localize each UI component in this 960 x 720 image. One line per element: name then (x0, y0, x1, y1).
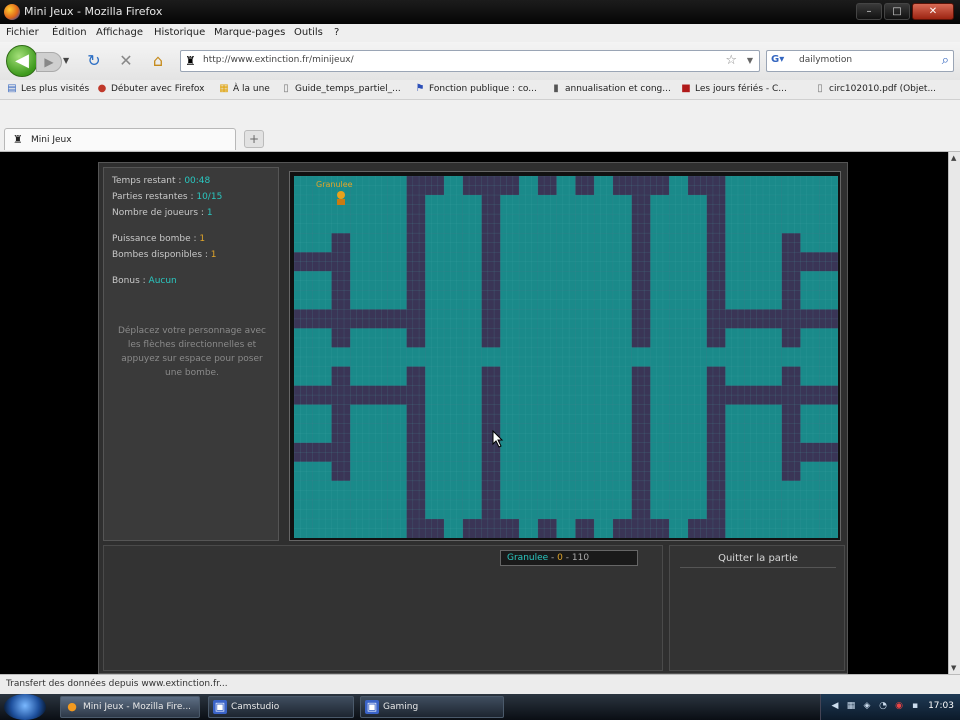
bookmark-item[interactable]: ■ Les jours fériés - C... (680, 83, 787, 95)
status-bar: Transfert des données depuis www.extinct… (0, 674, 960, 694)
menu-marque-pages[interactable]: Marque-pages (214, 27, 285, 38)
url-bar[interactable]: ♜ http://www.extinction.fr/minijeux/ ☆ ▼ (180, 50, 760, 72)
tab-strip: ♜ Mini Jeux + (0, 100, 960, 152)
menu-outils[interactable]: Outils (294, 27, 323, 38)
menu-historique[interactable]: Historique (154, 27, 205, 38)
site-favicon-icon: ♜ (13, 133, 23, 146)
url-text: http://www.extinction.fr/minijeux/ (203, 55, 354, 65)
search-icon[interactable]: ⌕ (942, 53, 949, 68)
url-dropdown-icon[interactable]: ▼ (747, 56, 753, 65)
menu-help[interactable]: ? (334, 27, 339, 38)
stat-bonus: Bonus : Aucun (112, 276, 177, 286)
firefox-icon: ● (97, 83, 107, 94)
folder-icon: ▣ (365, 700, 379, 714)
page-icon: ▮ (553, 83, 559, 94)
bookmark-icon: ▤ (7, 83, 17, 94)
mouse-cursor-icon (492, 430, 504, 448)
firefox-icon: ● (67, 700, 77, 713)
stat-games-left: Parties restantes : 10/15 (112, 192, 223, 202)
scroll-up-icon[interactable]: ▲ (951, 154, 956, 162)
score-bar: Granulee - 0 - 110 (500, 550, 638, 566)
menu-affichage[interactable]: Affichage (96, 27, 143, 38)
game-container: Temps restant : 00:48 Parties restantes … (98, 162, 848, 674)
status-text: Transfert des données depuis www.extinct… (6, 679, 228, 689)
page-content: Temps restant : 00:48 Parties restantes … (0, 152, 948, 674)
google-icon[interactable]: G▾ (771, 54, 787, 68)
stat-player-count: Nombre de joueurs : 1 (112, 208, 213, 218)
scroll-down-icon[interactable]: ▼ (951, 664, 956, 672)
menu-edition[interactable]: Édition (52, 27, 87, 38)
volume-icon[interactable]: ◔ (877, 700, 889, 712)
history-dropdown-icon[interactable]: ▼ (63, 56, 69, 65)
stat-bombs-available: Bombes disponibles : 1 (112, 250, 217, 260)
rss-icon: ▦ (219, 83, 229, 94)
minimize-button[interactable]: – (856, 3, 882, 20)
page-icon: ▯ (283, 83, 289, 94)
game-info-panel: Temps restant : 00:48 Parties restantes … (103, 167, 279, 541)
tray-arrow-icon[interactable]: ◀ (829, 700, 841, 712)
back-button[interactable]: ◀ (6, 45, 38, 77)
search-bar[interactable]: G▾ dailymotion ⌕ (766, 50, 954, 72)
search-input[interactable]: dailymotion (799, 55, 852, 65)
shield-icon[interactable]: ◈ (861, 700, 873, 712)
maze-grid[interactable] (294, 176, 838, 538)
bookmark-item[interactable]: ▦ À la une (218, 83, 270, 95)
maximize-button[interactable]: □ (884, 3, 910, 20)
bookmark-item[interactable]: ▮ annualisation et cong... (550, 83, 671, 95)
bookmark-item[interactable]: ▯ Guide_temps_partiel_... (280, 83, 401, 95)
bookmark-star-icon[interactable]: ☆ (725, 53, 737, 68)
site-favicon-icon: ♜ (185, 54, 196, 68)
tray-app-icon[interactable]: ▪ (909, 700, 921, 712)
forward-button[interactable]: ▶ (36, 52, 62, 72)
network-icon[interactable]: ▦ (845, 700, 857, 712)
player-character-icon (337, 191, 345, 205)
clock: 17:03 (928, 701, 954, 711)
tab-mini-jeux[interactable]: ♜ Mini Jeux (4, 128, 236, 150)
flag-icon: ⚑ (415, 83, 425, 94)
quit-game-button[interactable]: Quitter la partie (680, 550, 836, 568)
game-bottom-area: Granulee - 0 - 110 Quitter la partie (103, 545, 845, 671)
pdf-icon: ▯ (817, 83, 823, 94)
stat-time-left: Temps restant : 00:48 (112, 176, 211, 186)
camstudio-icon: ▣ (213, 700, 227, 714)
red-page-icon: ■ (681, 83, 691, 94)
taskbar: ● Mini Jeux - Mozilla Fire... ▣ Camstudi… (0, 694, 960, 720)
actions-panel: Quitter la partie (669, 545, 845, 671)
browser-window: Mini Jeux - Mozilla Firefox – □ ✕ Fichie… (0, 0, 960, 720)
start-button[interactable] (4, 694, 46, 720)
taskbar-item-gaming[interactable]: ▣ Gaming (360, 696, 504, 718)
new-tab-button[interactable]: + (244, 130, 264, 148)
home-icon[interactable]: ⌂ (148, 51, 168, 71)
reload-icon[interactable]: ↻ (84, 51, 104, 71)
taskbar-item-camstudio[interactable]: ▣ Camstudio (208, 696, 354, 718)
bookmark-item[interactable]: ▤ Les plus visités (6, 83, 89, 95)
bookmark-item[interactable]: ● Débuter avec Firefox (96, 83, 205, 95)
menu-fichier[interactable]: Fichier (6, 27, 39, 38)
bookmark-item[interactable]: ⚑ Fonction publique : co... (414, 83, 537, 95)
help-text: Déplacez votre personnage avec les flèch… (117, 326, 267, 378)
player-name-label: Granulee (316, 180, 353, 189)
antivirus-icon[interactable]: ◉ (893, 700, 905, 712)
window-title: Mini Jeux - Mozilla Firefox (24, 5, 163, 18)
system-tray: ◀ ▦ ◈ ◔ ◉ ▪ 17:03 (820, 694, 960, 720)
navigation-bar: ◀ ▶ ▼ ↻ ✕ ⌂ ♜ http://www.extinction.fr/m… (0, 42, 960, 80)
bookmark-item[interactable]: ▯ circ102010.pdf (Objet... (814, 83, 936, 95)
taskbar-item-firefox[interactable]: ● Mini Jeux - Mozilla Fire... (60, 696, 200, 718)
stop-icon[interactable]: ✕ (116, 51, 136, 71)
firefox-icon (4, 4, 20, 20)
vertical-scrollbar[interactable]: ▲ ▼ (948, 152, 960, 674)
chat-panel: Granulee - 0 - 110 (103, 545, 663, 671)
game-board[interactable]: Granulee (289, 171, 841, 541)
menu-bar: Fichier Édition Affichage Historique Mar… (0, 24, 960, 42)
close-button[interactable]: ✕ (912, 3, 954, 20)
stat-bomb-power: Puissance bombe : 1 (112, 234, 206, 244)
bookmarks-toolbar: ▤ Les plus visités ● Débuter avec Firefo… (0, 80, 960, 100)
title-bar: Mini Jeux - Mozilla Firefox – □ ✕ (0, 0, 960, 24)
